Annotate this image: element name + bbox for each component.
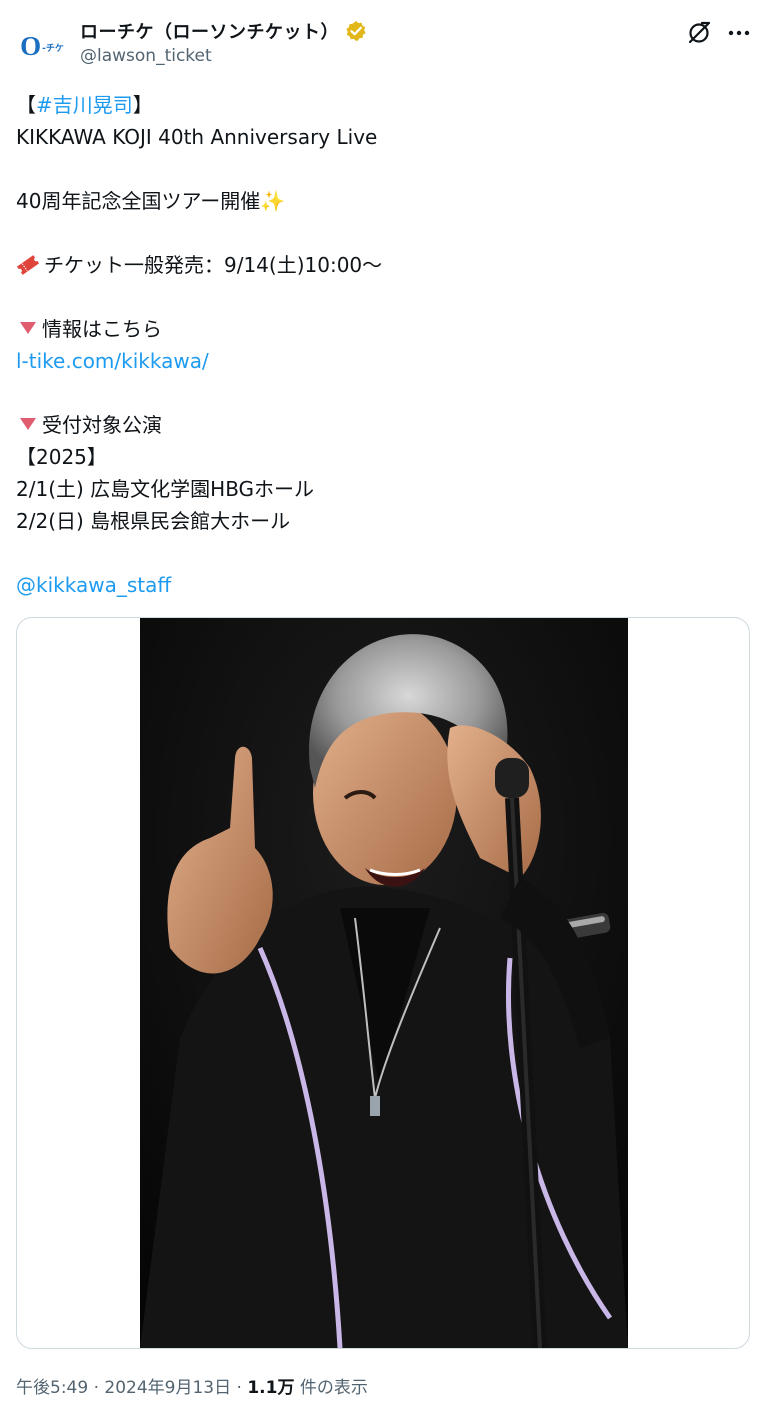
avatar-logo: O -チケ (20, 30, 64, 61)
red-down-triangle-icon (20, 418, 36, 430)
author-names: ローチケ（ローソンチケット） @lawson_ticket (80, 18, 367, 66)
show-line-1: 2/1(土) 広島文化学園HBGホール (16, 477, 315, 501)
hashtag-link[interactable]: #吉川晃司 (36, 93, 133, 117)
display-name[interactable]: ローチケ（ローソンチケット） (80, 18, 339, 44)
more-icon[interactable] (726, 20, 752, 46)
photo-illustration (140, 618, 628, 1348)
display-name-row: ローチケ（ローソンチケット） (80, 18, 367, 44)
info-line: 情報はこちら (16, 313, 746, 345)
show-line-2: 2/2(日) 島根県民会館大ホール (16, 509, 291, 533)
red-down-triangle-icon (20, 322, 36, 334)
year-line: 【2025】 (16, 445, 107, 469)
hashtag-line: 【#吉川晃司】 (16, 93, 153, 117)
ticket-url-link[interactable]: l-tike.com/kikkawa/ (16, 349, 209, 373)
title-line: KIKKAWA KOJI 40th Anniversary Live (16, 125, 378, 149)
mention-link[interactable]: @kikkawa_staff (16, 573, 171, 597)
post: O -チケ ローチケ（ローソンチケット） @lawson_ticket 【#吉川… (0, 0, 768, 1404)
media-card[interactable] (16, 617, 750, 1349)
post-header: O -チケ ローチケ（ローソンチケット） @lawson_ticket (16, 14, 752, 72)
post-time[interactable]: 午後5:49 (16, 1378, 88, 1398)
url-line: l-tike.com/kikkawa/ (16, 345, 746, 377)
verified-badge-icon[interactable] (345, 20, 367, 42)
target-line: 受付対象公演 (16, 409, 746, 441)
post-date[interactable]: 2024年9月13日 (104, 1378, 231, 1398)
views-count[interactable]: 1.1万 (247, 1378, 294, 1398)
concert-photo[interactable] (140, 618, 628, 1348)
post-text: 【#吉川晃司】 KIKKAWA KOJI 40th Anniversary Li… (16, 89, 746, 601)
avatar[interactable]: O -チケ (16, 20, 68, 72)
ticket-line: チケット一般発売：9/14(土)10:00～ (16, 249, 746, 281)
tour-line: 40周年記念全国ツアー開催✨ (16, 189, 286, 213)
grok-icon[interactable] (686, 20, 712, 46)
author-handle[interactable]: @lawson_ticket (80, 46, 367, 66)
sparkles-emoji: ✨ (260, 189, 286, 213)
post-meta: 午後5:49 · 2024年9月13日 · 1.1万 件の表示 (16, 1378, 368, 1398)
views-label: 件の表示 (294, 1378, 368, 1398)
ticket-emoji-icon (16, 255, 40, 275)
mention-line: @kikkawa_staff (16, 569, 746, 601)
